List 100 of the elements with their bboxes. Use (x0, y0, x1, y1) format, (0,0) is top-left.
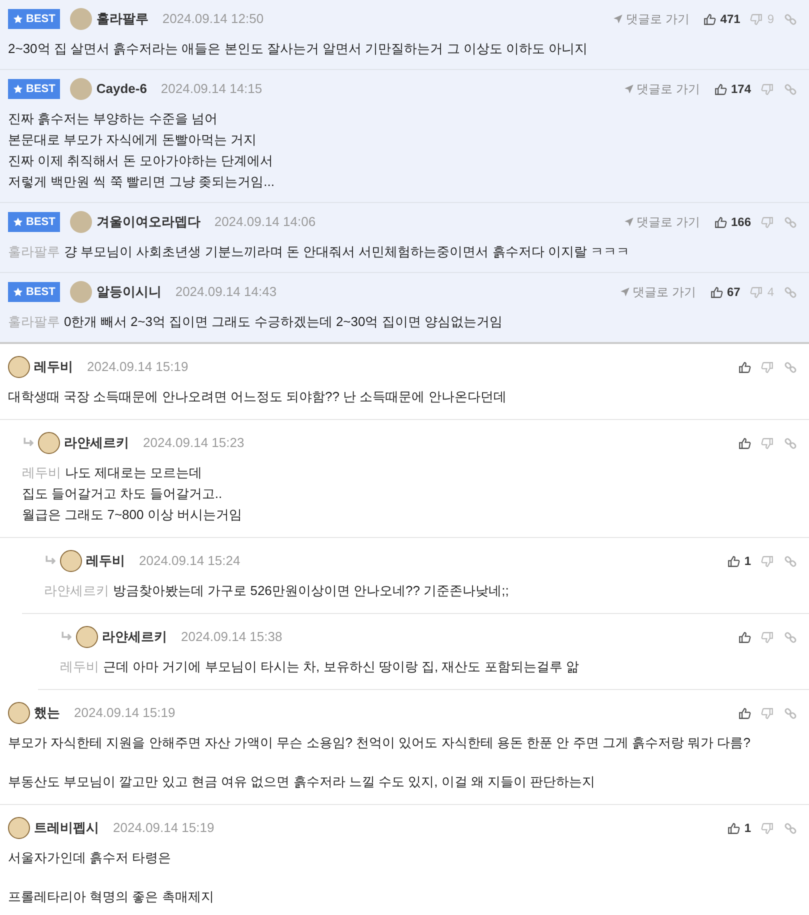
author-name[interactable]: 레두비 (34, 357, 73, 377)
comment-date: 2024.09.14 14:06 (214, 213, 316, 232)
send-arrow-icon (612, 14, 623, 24)
comment-text: 부모가 자식한테 지원을 안해주면 자산 가액이 무슨 소용임? 천억이 있어도 자식한테 용돈 한푼 안 주면 그게 흙수저랑 뭐가 다름? (8, 734, 750, 752)
comment-text: 진짜 이제 취직해서 돈 모아가야하는 단계에서 (8, 152, 274, 170)
thumbs-down-icon (761, 554, 774, 568)
avatar (76, 626, 98, 648)
avatar (38, 432, 60, 454)
comment-text: 대학생때 국장 소득때문에 안나오려면 어느정도 되야함?? 난 소득때문에 안나온다던데 (8, 388, 506, 406)
best-badge: BEST (8, 212, 60, 232)
author-name[interactable]: 트레비펩시 (34, 818, 99, 838)
author-name[interactable]: 했는 (34, 703, 60, 723)
like-button[interactable] (738, 630, 751, 644)
thumbs-up-icon (714, 82, 727, 96)
thumbs-up-icon (738, 630, 751, 644)
dislike-button[interactable] (761, 436, 774, 450)
comment-text: 부동산도 부모님이 깔고만 있고 현금 여유 없으면 흙수저라 느낄 수도 있지, 이걸 왜 지들이 판단하는지 (8, 773, 596, 791)
link-icon[interactable] (784, 360, 797, 374)
link-icon[interactable] (784, 706, 797, 720)
like-button[interactable] (738, 436, 751, 450)
dislike-button[interactable] (761, 630, 774, 644)
like-button[interactable]: 166 (714, 213, 751, 231)
like-button[interactable]: 1 (727, 819, 751, 837)
comment-text: 걍 부모님이 사회초년생 기분느끼라며 돈 안대줘서 서민체험하는중이면서 흙수저다 이지랄 ㅋㅋㅋ (64, 243, 630, 261)
comment-text: 저렇게 백만원 씩 쭉 빨리면 그냥 좆되는거임... (8, 173, 275, 191)
comment-text: 근데 아마 거기에 부모님이 타시는 차, 보유하신 땅이랑 집, 재산도 포함되는걸루 앎 (103, 658, 579, 676)
avatar (70, 211, 92, 233)
comment-text: 프롤레타리아 혁명의 좋은 촉매제지 (8, 888, 214, 906)
send-arrow-icon (620, 287, 630, 297)
author-name[interactable]: 라얀세르키 (64, 433, 129, 453)
comment-text: 0한개 빼서 2~3억 집이면 그래도 수긍하겠는데 2~30억 집이면 양심없는거임 (64, 313, 502, 331)
comment-date: 2024.09.14 15:24 (139, 552, 240, 570)
comment-date: 2024.09.14 15:38 (181, 628, 282, 646)
dislike-button[interactable] (761, 216, 774, 228)
thumbs-up-icon (703, 12, 716, 26)
star-icon (13, 217, 23, 227)
thumbs-down-icon (761, 360, 774, 374)
link-icon[interactable] (784, 216, 797, 228)
thumbs-up-icon (727, 554, 740, 568)
thumbs-down-icon (750, 12, 764, 26)
author-name[interactable]: 레두비 (86, 551, 125, 571)
best-badge: BEST (8, 78, 60, 100)
avatar (70, 8, 92, 30)
dislike-button[interactable] (761, 82, 774, 96)
dislike-button[interactable] (761, 360, 774, 374)
comment-text: 집도 들어갈거고 차도 들어갈거고.. (22, 485, 222, 503)
thumbs-down-icon (761, 216, 774, 228)
comment-text: 방금찾아봤는데 가구로 526만원이상이면 안나오네?? 기준존나낮네;; (113, 582, 509, 600)
thumbs-down-icon (761, 82, 774, 96)
dislike-button[interactable] (761, 706, 774, 720)
send-arrow-icon (624, 84, 634, 94)
author-name[interactable]: 알등이시니 (96, 282, 162, 302)
best-badge: BEST (8, 8, 60, 30)
comment-date: 2024.09.14 14:15 (160, 80, 262, 98)
thumbs-down-icon (761, 630, 774, 644)
comment-date: 2024.09.14 15:19 (113, 819, 214, 838)
thumbs-down-icon (761, 706, 774, 720)
comment-date: 2024.09.14 15:23 (143, 434, 244, 452)
like-button[interactable]: 67 (710, 283, 740, 301)
thumbs-up-icon (738, 360, 751, 374)
comment-text: 서울자가인데 흙수저 타령은 (8, 849, 172, 867)
comment-text: 2~30억 집 살면서 흙수저라는 애들은 본인도 잘사는거 알면서 기만질하는거 그 이상도 이하도 아니지 (8, 40, 588, 58)
thumbs-down-icon (750, 286, 764, 298)
avatar (70, 281, 92, 303)
author-name[interactable]: 라얀세르키 (102, 627, 167, 647)
link-icon[interactable] (784, 436, 797, 450)
comment-date: 2024.09.14 12:50 (162, 10, 264, 28)
link-icon[interactable] (784, 286, 797, 298)
comment-text: 월급은 그래도 7~800 이상 버시는거임 (22, 506, 242, 524)
star-icon (13, 14, 23, 24)
thumbs-up-icon (738, 436, 751, 450)
thumbs-up-icon (738, 706, 751, 720)
comment-date: 2024.09.14 15:19 (87, 358, 188, 376)
link-icon[interactable] (784, 822, 797, 834)
comment-text: 본문대로 부모가 자식에게 돈빨아먹는 거지 (8, 131, 256, 149)
thumbs-up-icon (714, 216, 727, 228)
avatar (8, 356, 30, 378)
dislike-button[interactable] (761, 554, 774, 568)
author-name[interactable]: 겨울이여오라뎁다 (96, 212, 200, 232)
thumbs-down-icon (761, 822, 774, 834)
like-button[interactable]: 1 (727, 552, 751, 570)
like-button[interactable]: 174 (714, 80, 751, 98)
comment-text: 진짜 흙수저는 부양하는 수준을 넘어 (8, 110, 218, 128)
send-arrow-icon (624, 217, 634, 227)
link-icon[interactable] (784, 630, 797, 644)
dislike-button[interactable] (761, 822, 774, 834)
link-icon[interactable] (784, 12, 797, 26)
comment-text: 나도 제대로는 모르는데 (65, 464, 202, 482)
author-name[interactable]: Cayde-6 (96, 79, 147, 99)
thumbs-up-icon (727, 822, 740, 834)
link-icon[interactable] (784, 82, 797, 96)
like-button[interactable]: 471 (703, 10, 740, 28)
link-icon[interactable] (784, 554, 797, 568)
like-button[interactable] (738, 360, 751, 374)
author-name[interactable]: 훌라팔루 (96, 9, 148, 29)
avatar (8, 817, 30, 839)
star-icon (13, 287, 23, 297)
comment-date: 2024.09.14 14:43 (175, 283, 277, 302)
comment-date: 2024.09.14 15:19 (74, 704, 176, 722)
like-button[interactable] (738, 706, 751, 720)
